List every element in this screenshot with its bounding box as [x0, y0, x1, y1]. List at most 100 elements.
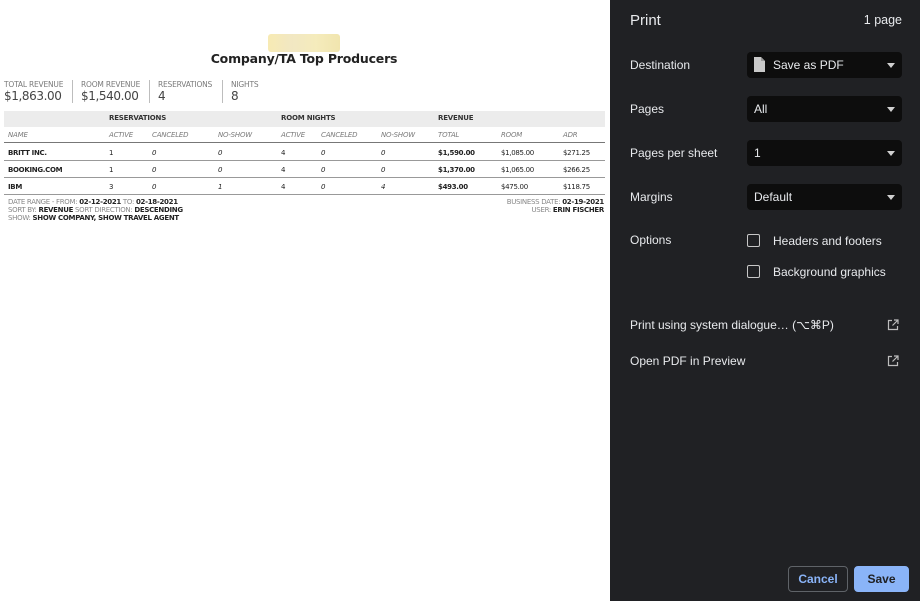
page-count: 1 page — [863, 13, 902, 27]
business-date-value: 02-19-2021 — [562, 198, 604, 206]
col-res-noshow: No-Show — [218, 131, 253, 139]
kpi-total-revenue: Total Revenue $1,863.00 — [4, 80, 63, 103]
cell: BRITT INC. — [8, 149, 47, 157]
to-label: TO: — [122, 198, 135, 206]
cell: 1 — [218, 183, 223, 191]
options-label: Options — [630, 233, 672, 247]
kpi-label: Total Revenue — [4, 80, 64, 89]
pages-per-sheet-label: Pages per sheet — [630, 146, 718, 160]
show-label: SHOW: — [8, 214, 31, 222]
sort-direction-label: SORT DIRECTION: — [75, 206, 133, 214]
kpi-reservations: Reservations 4 — [149, 80, 212, 103]
cell: $1,085.00 — [501, 149, 534, 157]
report-title: Company/TA Top Producers — [210, 51, 398, 66]
user-value: ERIN FISCHER — [552, 206, 604, 214]
open-external-icon — [887, 355, 899, 367]
cell: 1 — [109, 149, 114, 157]
cell: 0 — [321, 149, 326, 157]
pages-label: Pages — [630, 102, 665, 116]
cell: $1,590.00 — [438, 149, 475, 157]
document-icon — [754, 57, 765, 72]
sort-by-value: REVENUE — [38, 206, 74, 214]
cell: $475.00 — [501, 183, 528, 191]
date-from: 02-12-2021 — [79, 198, 121, 206]
cell: 0 — [218, 149, 223, 157]
cell: BOOKING.COM — [8, 166, 63, 174]
col-name: Name — [8, 131, 28, 139]
background-graphics-checkbox[interactable] — [747, 265, 760, 278]
pages-select[interactable]: All — [747, 96, 902, 122]
kpi-label: Nights — [231, 80, 259, 89]
chevron-down-icon — [887, 151, 895, 156]
chevron-down-icon — [887, 63, 895, 68]
cell: 0 — [152, 149, 157, 157]
col-total: Total — [438, 131, 460, 139]
table-row: BOOKING.COM 1 0 0 4 0 0 $1,370.00 $1,065… — [4, 161, 605, 178]
user-label: USER: — [531, 206, 551, 214]
table-row: IBM 3 0 1 4 0 4 $493.00 $475.00 $118.75 — [4, 178, 605, 195]
group-reservations: RESERVATIONS — [109, 114, 167, 122]
sort-direction-value: DESCENDING — [134, 206, 183, 214]
group-revenue: REVENUE — [438, 114, 474, 122]
print-system-dialog-link[interactable]: Print using system dialogue… (⌥⌘P) — [630, 317, 902, 335]
cell: $118.75 — [563, 183, 590, 191]
cell: 4 — [281, 183, 286, 191]
pages-value: All — [754, 102, 768, 116]
col-adr: ADR — [563, 131, 578, 139]
system-dialog-label: Print using system dialogue… (⌥⌘P) — [630, 318, 834, 332]
pages-per-sheet-select[interactable]: 1 — [747, 140, 902, 166]
destination-value: Save as PDF — [773, 58, 844, 72]
cell: 0 — [218, 166, 223, 174]
cell: 1 — [109, 166, 114, 174]
print-preview: Company/TA Top Producers Total Revenue $… — [0, 0, 610, 601]
save-button[interactable]: Save — [854, 566, 909, 592]
date-range-label: DATE RANGE - FROM: — [8, 198, 78, 206]
pages-per-sheet-value: 1 — [754, 146, 761, 160]
kpi-label: Reservations — [158, 80, 213, 89]
cell: 0 — [152, 183, 157, 191]
sort-by-label: SORT BY: — [8, 206, 37, 214]
col-rn-canceled: Canceled — [321, 131, 358, 139]
cell: IBM — [8, 183, 23, 191]
column-header-row: Name Active Canceled No-Show Active Canc… — [4, 127, 605, 143]
open-preview-label: Open PDF in Preview — [630, 354, 746, 368]
cell: 0 — [381, 149, 386, 157]
margins-select[interactable]: Default — [747, 184, 902, 210]
chevron-down-icon — [887, 107, 895, 112]
cell: $271.25 — [563, 149, 590, 157]
date-to: 02-18-2021 — [135, 198, 178, 206]
cell: $1,065.00 — [501, 166, 534, 174]
margins-label: Margins — [630, 190, 673, 204]
cell: 4 — [281, 149, 286, 157]
cell: 4 — [281, 166, 286, 174]
col-rn-active: Active — [281, 131, 306, 139]
col-res-canceled: Canceled — [152, 131, 189, 139]
kpi-value: 4 — [158, 89, 166, 103]
open-external-icon — [887, 319, 899, 331]
col-rn-noshow: No-Show — [381, 131, 416, 139]
print-title: Print — [630, 12, 661, 29]
kpi-room-revenue: Room Revenue $1,540.00 — [72, 80, 140, 103]
cell: 3 — [109, 183, 114, 191]
open-pdf-preview-link[interactable]: Open PDF in Preview — [630, 353, 902, 371]
headers-footers-checkbox[interactable] — [747, 234, 760, 247]
col-room: Room — [501, 131, 523, 139]
cell: 0 — [381, 166, 386, 174]
background-graphics-label: Background graphics — [773, 265, 886, 279]
cell: $493.00 — [438, 183, 468, 191]
table-row: BRITT INC. 1 0 0 4 0 0 $1,590.00 $1,085.… — [4, 144, 605, 161]
kpi-value: $1,540.00 — [81, 89, 139, 103]
kpi-label: Room Revenue — [81, 80, 141, 89]
company-logo — [268, 34, 340, 52]
cell: 4 — [381, 183, 386, 191]
destination-select[interactable]: Save as PDF — [747, 52, 902, 78]
destination-label: Destination — [630, 58, 691, 72]
cancel-button[interactable]: Cancel — [788, 566, 848, 592]
kpi-value: $1,863.00 — [4, 89, 62, 103]
margins-value: Default — [754, 190, 793, 204]
group-room-nights: ROOM NIGHTS — [281, 114, 336, 122]
column-group-header: RESERVATIONS ROOM NIGHTS REVENUE — [4, 111, 605, 127]
show-value: SHOW COMPANY, SHOW TRAVEL AGENT — [32, 214, 180, 222]
cell: $1,370.00 — [438, 166, 475, 174]
headers-footers-label: Headers and footers — [773, 234, 882, 248]
